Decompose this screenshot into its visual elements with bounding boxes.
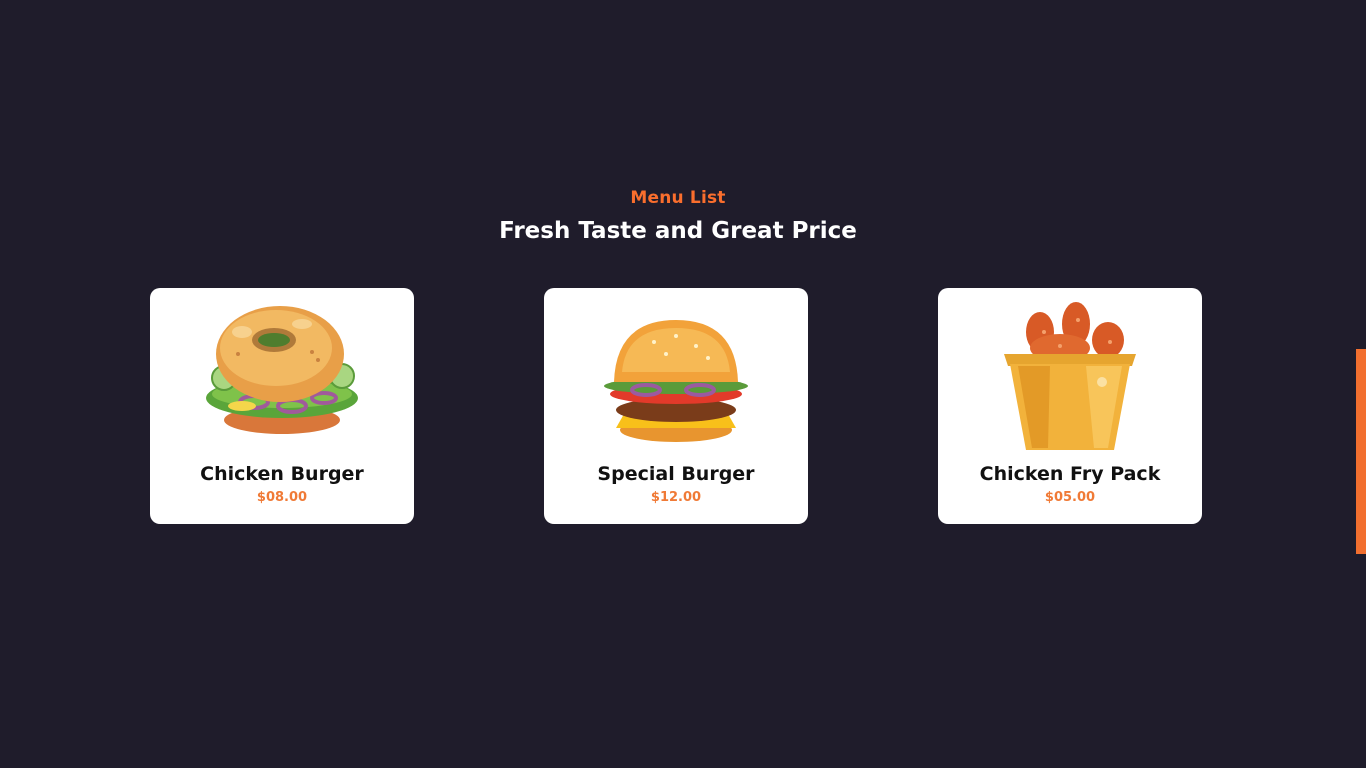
- section-eyebrow: Menu List: [630, 188, 726, 208]
- menu-item-name: Chicken Fry Pack: [979, 463, 1161, 485]
- menu-section-header: Menu List Fresh Taste and Great Price: [0, 185, 1366, 251]
- fried-chicken-bucket-icon: [990, 302, 1150, 452]
- side-scroll-tab[interactable]: [1356, 349, 1366, 554]
- menu-item-price: $08.00: [256, 490, 308, 505]
- menu-item-price: $05.00: [1044, 490, 1096, 505]
- menu-card-chicken-fry-pack[interactable]: Chicken Fry Pack $05.00: [938, 288, 1202, 524]
- menu-item-price: $12.00: [650, 490, 702, 505]
- menu-item-name: Special Burger: [597, 463, 755, 485]
- menu-item-name: Chicken Burger: [200, 463, 364, 485]
- bagel-burger-icon: [202, 302, 362, 452]
- menu-page: Menu List Fresh Taste and Great Price Ch…: [0, 0, 1366, 768]
- section-headline: Fresh Taste and Great Price: [499, 218, 857, 244]
- cheeseburger-icon: [596, 302, 756, 452]
- menu-card-chicken-burger[interactable]: Chicken Burger $08.00: [150, 288, 414, 524]
- menu-card-special-burger[interactable]: Special Burger $12.00: [544, 288, 808, 524]
